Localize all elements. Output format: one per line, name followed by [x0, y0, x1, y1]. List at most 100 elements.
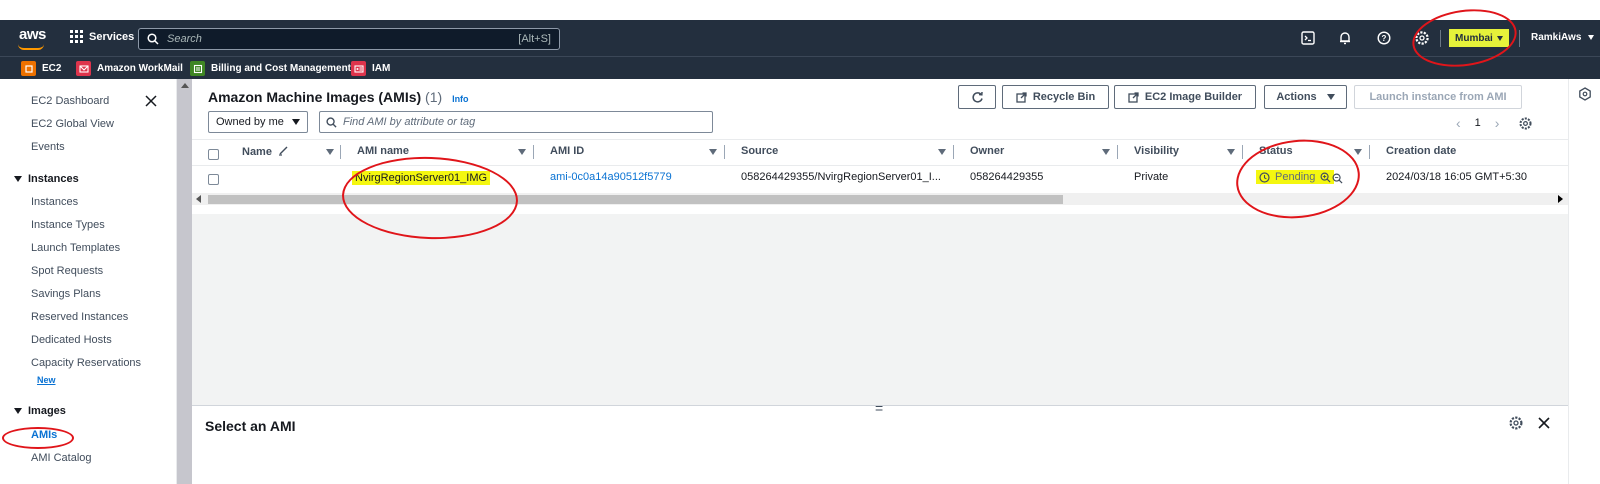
item-count: (1) [425, 89, 443, 105]
close-split-panel-icon[interactable] [1538, 417, 1550, 429]
close-sidebar-icon[interactable] [145, 95, 157, 107]
column-header-name[interactable]: Name [242, 145, 289, 158]
services-menu[interactable]: Services [70, 30, 134, 43]
notifications-bell-icon[interactable] [1337, 30, 1353, 46]
external-link-icon [1128, 91, 1139, 103]
column-header-ami-name[interactable]: AMI name [357, 145, 409, 157]
column-divider[interactable] [533, 145, 534, 159]
search-placeholder: Search [167, 33, 202, 45]
ami-id-link[interactable]: ami-0c0a14a90512f5779 [550, 171, 672, 183]
new-badge: New [37, 375, 56, 385]
cloudshell-icon[interactable] [1300, 30, 1316, 46]
column-sort-icon[interactable] [326, 149, 334, 155]
actions-dropdown-button[interactable]: Actions [1264, 85, 1347, 109]
favorite-billing[interactable]: Billing and Cost Management [190, 61, 351, 76]
column-divider[interactable] [953, 145, 954, 159]
search-icon [326, 116, 337, 128]
account-menu[interactable]: RamkiAws [1531, 32, 1595, 43]
sidebar-item-savings-plans[interactable]: Savings Plans [31, 288, 101, 300]
column-sort-icon[interactable] [1354, 149, 1362, 155]
sidebar-scrollbar[interactable] [177, 79, 192, 484]
aws-logo[interactable]: aws [19, 26, 46, 43]
caret-down-icon [1588, 35, 1595, 40]
column-sort-icon[interactable] [709, 149, 717, 155]
column-header-label: Name [242, 146, 272, 158]
sidebar-item-reserved-instances[interactable]: Reserved Instances [31, 311, 128, 323]
column-divider[interactable] [724, 145, 725, 159]
owner-cell: 058264429355 [970, 171, 1044, 183]
column-header-owner[interactable]: Owner [970, 145, 1004, 157]
account-name: RamkiAws [1531, 32, 1582, 43]
scrollbar-thumb[interactable] [208, 195, 1063, 204]
column-header-creation-date[interactable]: Creation date [1386, 145, 1456, 157]
nav-divider [1519, 30, 1520, 47]
resize-handle-icon[interactable]: = [875, 400, 883, 416]
column-divider[interactable] [340, 145, 341, 159]
scroll-right-arrow-icon[interactable] [1558, 195, 1563, 203]
scroll-left-arrow-icon[interactable] [196, 195, 201, 203]
info-panel-toggle-icon[interactable] [1578, 87, 1592, 101]
column-sort-icon[interactable] [1102, 149, 1110, 155]
refresh-button[interactable] [958, 85, 996, 109]
sidebar-item-events[interactable]: Events [31, 141, 65, 153]
column-header-visibility[interactable]: Visibility [1134, 145, 1179, 157]
caret-down-icon [1326, 94, 1335, 100]
sidebar-item-ec2-dashboard[interactable]: EC2 Dashboard [31, 95, 109, 107]
top-navigation: aws Services Search [Alt+S] ? Mumbai Ram… [0, 20, 1600, 79]
sidebar-item-instance-types[interactable]: Instance Types [31, 219, 105, 231]
column-header-source[interactable]: Source [741, 145, 778, 157]
services-label: Services [89, 30, 135, 43]
svg-text:?: ? [1382, 34, 1387, 43]
owner-filter-select[interactable]: Owned by me [208, 111, 308, 133]
help-icon[interactable]: ? [1376, 30, 1392, 46]
favorite-label: Amazon WorkMail [97, 63, 183, 74]
recycle-bin-button[interactable]: Recycle Bin [1002, 85, 1109, 109]
global-search-input[interactable]: Search [Alt+S] [138, 28, 560, 50]
launch-label: Launch instance from AMI [1369, 91, 1507, 103]
select-all-checkbox[interactable] [208, 149, 219, 160]
expand-triangle-icon [14, 408, 22, 414]
edit-pencil-icon [279, 146, 288, 156]
sidebar-item-ec2-global-view[interactable]: EC2 Global View [31, 118, 114, 130]
sidebar-section-instances[interactable]: Instances [14, 173, 79, 185]
column-divider[interactable] [1242, 145, 1243, 159]
sidebar-item-spot-requests[interactable]: Spot Requests [31, 265, 103, 277]
sidebar-item-capacity-reservations[interactable]: Capacity Reservations [31, 357, 141, 369]
sidebar-item-dedicated-hosts[interactable]: Dedicated Hosts [31, 334, 112, 346]
favorite-label: EC2 [42, 63, 62, 74]
column-sort-icon[interactable] [518, 149, 526, 155]
current-page-number[interactable]: 1 [1475, 117, 1481, 129]
column-sort-icon[interactable] [1227, 149, 1235, 155]
favorite-label: IAM [372, 63, 391, 74]
favorite-workmail[interactable]: Amazon WorkMail [76, 61, 183, 76]
find-ami-search-input[interactable]: Find AMI by attribute or tag [319, 111, 713, 133]
preferences-gear-icon[interactable] [1519, 116, 1533, 130]
right-utility-bar [1568, 79, 1600, 484]
column-divider[interactable] [1117, 145, 1118, 159]
sidebar-section-images[interactable]: Images [14, 405, 66, 417]
billing-icon [190, 61, 205, 76]
pagination: ‹ 1 › [1456, 115, 1533, 131]
next-page-chevron-icon[interactable]: › [1495, 115, 1500, 131]
search-icon [147, 33, 159, 45]
sidebar-item-instances[interactable]: Instances [31, 196, 78, 208]
page-title: Amazon Machine Images (AMIs) (1) Info [208, 89, 469, 105]
split-panel-settings-gear-icon[interactable] [1509, 416, 1523, 430]
info-link[interactable]: Info [452, 94, 469, 104]
column-header-ami-id[interactable]: AMI ID [550, 145, 584, 157]
column-divider[interactable] [1369, 145, 1370, 159]
column-sort-icon[interactable] [938, 149, 946, 155]
sidebar-item-launch-templates[interactable]: Launch Templates [31, 242, 120, 254]
favorite-iam[interactable]: IAM [351, 61, 390, 76]
scroll-up-arrow-icon[interactable] [181, 83, 189, 88]
previous-page-chevron-icon[interactable]: ‹ [1456, 115, 1461, 131]
search-shortcut: [Alt+S] [518, 33, 551, 45]
ec2-image-builder-button[interactable]: EC2 Image Builder [1114, 85, 1256, 109]
row-select-checkbox[interactable] [208, 174, 219, 185]
iam-icon [351, 61, 366, 76]
split-panel-title: Select an AMI [205, 418, 296, 434]
favorite-ec2[interactable]: EC2 [21, 61, 61, 76]
sidebar-item-ami-catalog[interactable]: AMI Catalog [31, 452, 92, 464]
launch-instance-from-ami-button[interactable]: Launch instance from AMI [1354, 85, 1522, 109]
visibility-cell: Private [1134, 171, 1169, 183]
